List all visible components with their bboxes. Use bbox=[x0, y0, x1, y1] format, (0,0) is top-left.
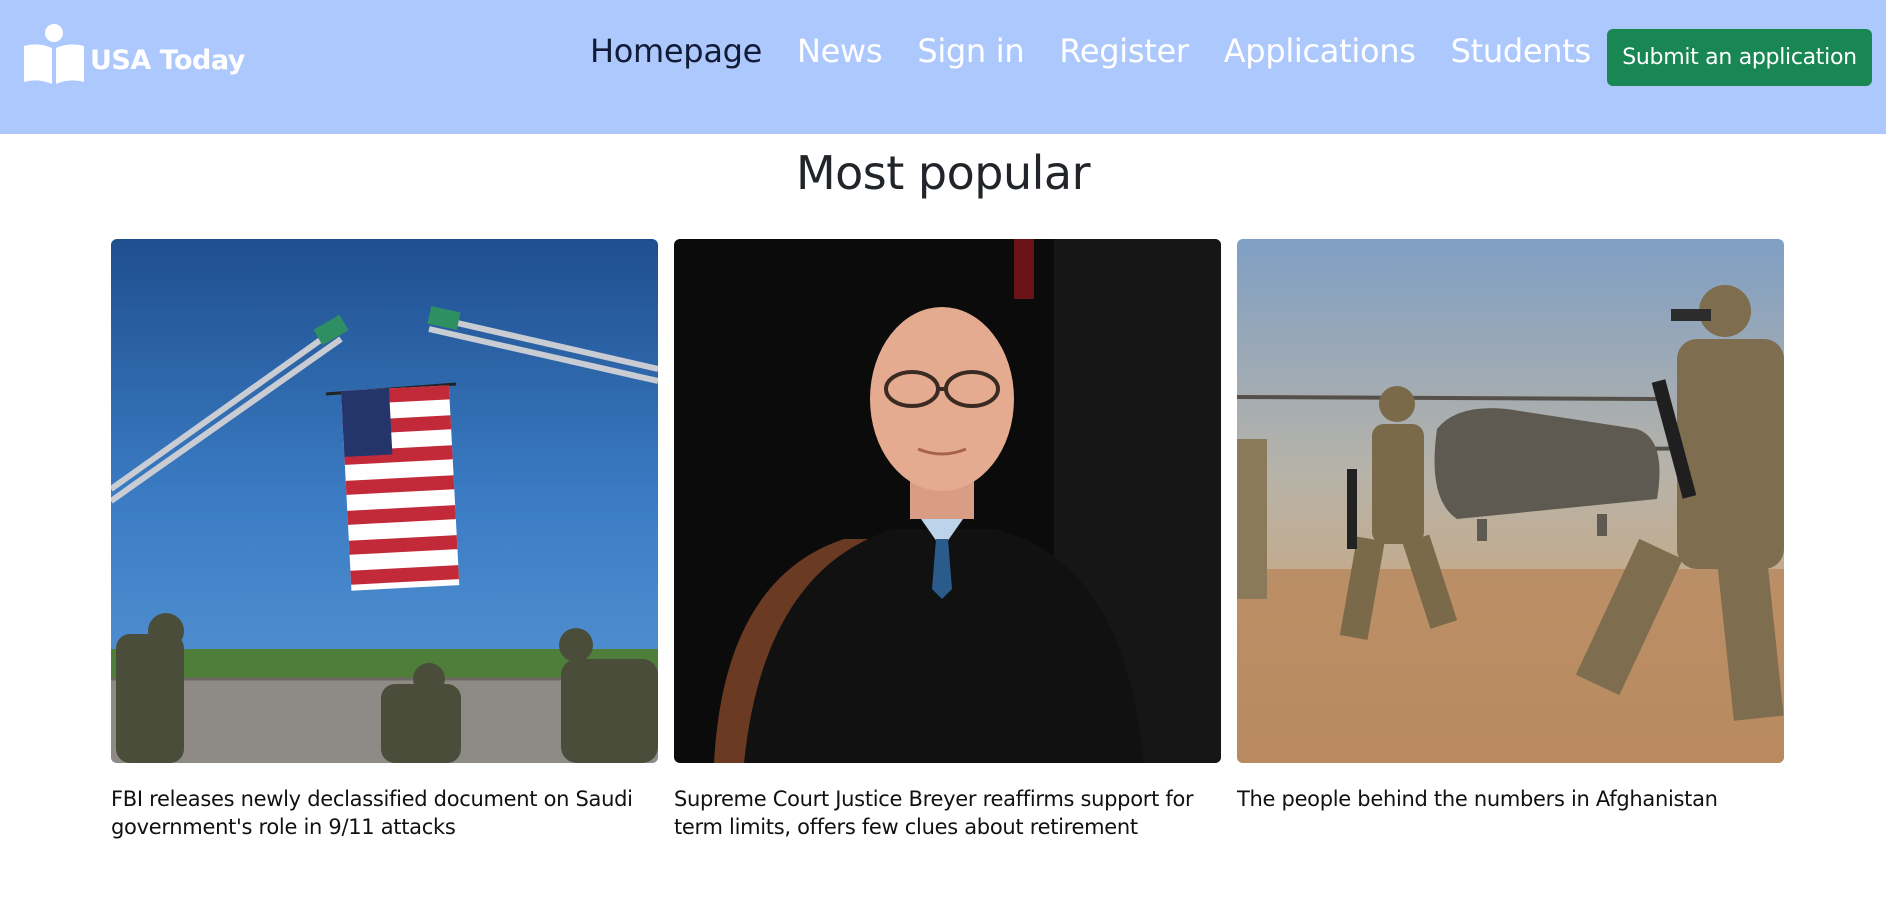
brand-link[interactable]: USA Today bbox=[22, 22, 245, 86]
article-card[interactable]: FBI releases newly declassified document… bbox=[111, 239, 658, 841]
justice-in-robe-portrait-photo bbox=[674, 239, 1221, 763]
nav-sign-in[interactable]: Sign in bbox=[917, 32, 1024, 70]
article-image[interactable] bbox=[111, 239, 658, 763]
nav-students[interactable]: Students bbox=[1451, 32, 1592, 70]
nav-homepage[interactable]: Homepage bbox=[590, 32, 762, 70]
main-nav: Homepage News Sign in Register Applicati… bbox=[590, 28, 1626, 74]
top-navbar: USA Today Homepage News Sign in Register… bbox=[0, 0, 1886, 134]
section-title: Most popular bbox=[795, 146, 1091, 200]
article-caption[interactable]: FBI releases newly declassified document… bbox=[111, 785, 658, 841]
brand-name: USA Today bbox=[90, 44, 245, 76]
nav-register[interactable]: Register bbox=[1059, 32, 1189, 70]
nav-applications[interactable]: Applications bbox=[1224, 32, 1416, 70]
article-image[interactable] bbox=[1237, 239, 1784, 763]
article-image[interactable] bbox=[674, 239, 1221, 763]
article-caption[interactable]: The people behind the numbers in Afghani… bbox=[1237, 785, 1784, 813]
article-card[interactable]: Supreme Court Justice Breyer reaffirms s… bbox=[674, 239, 1221, 841]
article-caption[interactable]: Supreme Court Justice Breyer reaffirms s… bbox=[674, 785, 1221, 841]
submit-application-button[interactable]: Submit an application bbox=[1607, 29, 1872, 86]
book-reader-logo-icon bbox=[24, 24, 84, 84]
flag-between-fire-ladders-photo bbox=[111, 239, 658, 763]
nav-news[interactable]: News bbox=[797, 32, 883, 70]
soldiers-helicopter-desert-photo bbox=[1237, 239, 1784, 763]
article-card[interactable]: The people behind the numbers in Afghani… bbox=[1237, 239, 1784, 813]
popular-articles: FBI releases newly declassified document… bbox=[111, 239, 1784, 859]
